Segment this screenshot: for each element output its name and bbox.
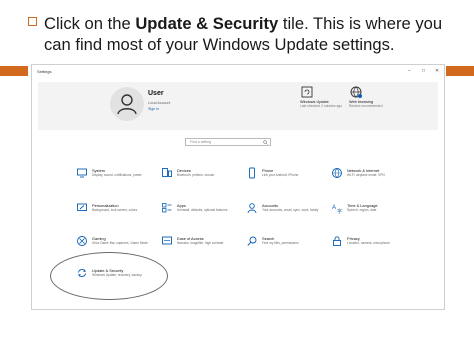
person-icon bbox=[247, 203, 257, 214]
accent-bar-right bbox=[446, 66, 474, 76]
windows-update-status: Last checked: 2 minutes ago bbox=[300, 104, 342, 108]
ease-of-access-icon bbox=[162, 236, 172, 245]
tile-time-language[interactable]: A 字 Time & Language Speech, region, date bbox=[331, 202, 415, 228]
tile-network[interactable]: Network & Internet Wi-Fi, airplane mode,… bbox=[331, 167, 415, 193]
tile-description: Xbox Game Bar, captures, Game Mode bbox=[92, 241, 148, 245]
search-icon bbox=[247, 236, 257, 246]
paint-icon bbox=[77, 203, 87, 211]
globe-icon bbox=[332, 168, 342, 178]
caption-text: Click on the Update & Security tile. Thi… bbox=[44, 13, 448, 55]
tile-description: Uninstall, defaults, optional features bbox=[177, 208, 228, 212]
user-name: User bbox=[148, 90, 164, 97]
slide-caption: Click on the Update & Security tile. Thi… bbox=[28, 13, 448, 55]
tile-apps[interactable]: Apps Uninstall, defaults, optional featu… bbox=[161, 202, 245, 228]
tile-ease-of-access[interactable]: Ease of Access Narrator, magnifier, high… bbox=[161, 235, 245, 261]
caption-pre: Click on the bbox=[44, 14, 136, 33]
tile-description: Display, sound, notifications, power bbox=[92, 173, 142, 177]
header-windows-update[interactable]: Windows Update Last checked: 2 minutes a… bbox=[300, 85, 350, 108]
monitor-icon bbox=[77, 168, 87, 178]
tile-system[interactable]: System Display, sound, notifications, po… bbox=[76, 167, 160, 193]
keyboard-icon bbox=[162, 168, 172, 177]
tile-search[interactable]: Search Find my files, permissions bbox=[246, 235, 330, 261]
account-header: User Local Account Sign in Windows Updat… bbox=[38, 82, 438, 130]
windows-update-icon bbox=[301, 86, 313, 98]
globe-icon bbox=[350, 86, 362, 98]
accent-bar-left bbox=[0, 66, 28, 76]
search-input[interactable]: Find a setting bbox=[185, 138, 271, 146]
window-title: Settings bbox=[37, 69, 52, 74]
svg-text:A: A bbox=[332, 205, 336, 211]
tile-description: Speech, region, date bbox=[347, 208, 377, 212]
search-placeholder: Find a setting bbox=[190, 140, 212, 144]
title-bar: Settings – □ ✕ bbox=[32, 65, 444, 79]
tile-description: Location, camera, microphone bbox=[347, 241, 390, 245]
minimize-button[interactable]: – bbox=[408, 68, 411, 74]
sign-in-link[interactable]: Sign in bbox=[148, 107, 159, 111]
tile-devices[interactable]: Devices Bluetooth, printers, mouse bbox=[161, 167, 245, 193]
tile-phone[interactable]: Phone Link your Android, iPhone bbox=[246, 167, 330, 193]
tile-accounts[interactable]: Accounts Your accounts, email, sync, wor… bbox=[246, 202, 330, 228]
tile-description: Background, lock screen, colors bbox=[92, 208, 138, 212]
tile-description: Link your Android, iPhone bbox=[262, 173, 299, 177]
tile-description: Narrator, magnifier, high contrast bbox=[177, 241, 224, 245]
phone-icon bbox=[249, 167, 255, 179]
close-button[interactable]: ✕ bbox=[435, 68, 439, 74]
highlight-circle bbox=[50, 252, 168, 300]
avatar[interactable] bbox=[110, 87, 144, 121]
caption-bold: Update & Security bbox=[135, 14, 279, 33]
account-type: Local Account bbox=[148, 101, 171, 105]
maximize-button[interactable]: □ bbox=[422, 68, 425, 74]
lock-icon bbox=[333, 236, 341, 246]
tile-description: Bluetooth, printers, mouse bbox=[177, 173, 215, 177]
web-browsing-status: Restore recommended bbox=[349, 104, 383, 108]
svg-text:字: 字 bbox=[337, 208, 342, 214]
apps-icon bbox=[162, 203, 172, 213]
tile-description: Your accounts, email, sync, work, family bbox=[262, 208, 319, 212]
header-web-browsing[interactable]: Web browsing Restore recommended bbox=[349, 85, 399, 108]
user-avatar-icon bbox=[117, 94, 137, 115]
time-language-icon: A 字 bbox=[332, 205, 342, 214]
xbox-icon bbox=[77, 236, 87, 246]
tile-description: Wi-Fi, airplane mode, VPN bbox=[347, 173, 385, 177]
tile-privacy[interactable]: Privacy Location, camera, microphone bbox=[331, 235, 415, 261]
bullet-square-icon bbox=[28, 17, 37, 26]
tile-description: Find my files, permissions bbox=[262, 241, 299, 245]
tile-personalization[interactable]: Personalization Background, lock screen,… bbox=[76, 202, 160, 228]
search-icon bbox=[263, 140, 268, 145]
